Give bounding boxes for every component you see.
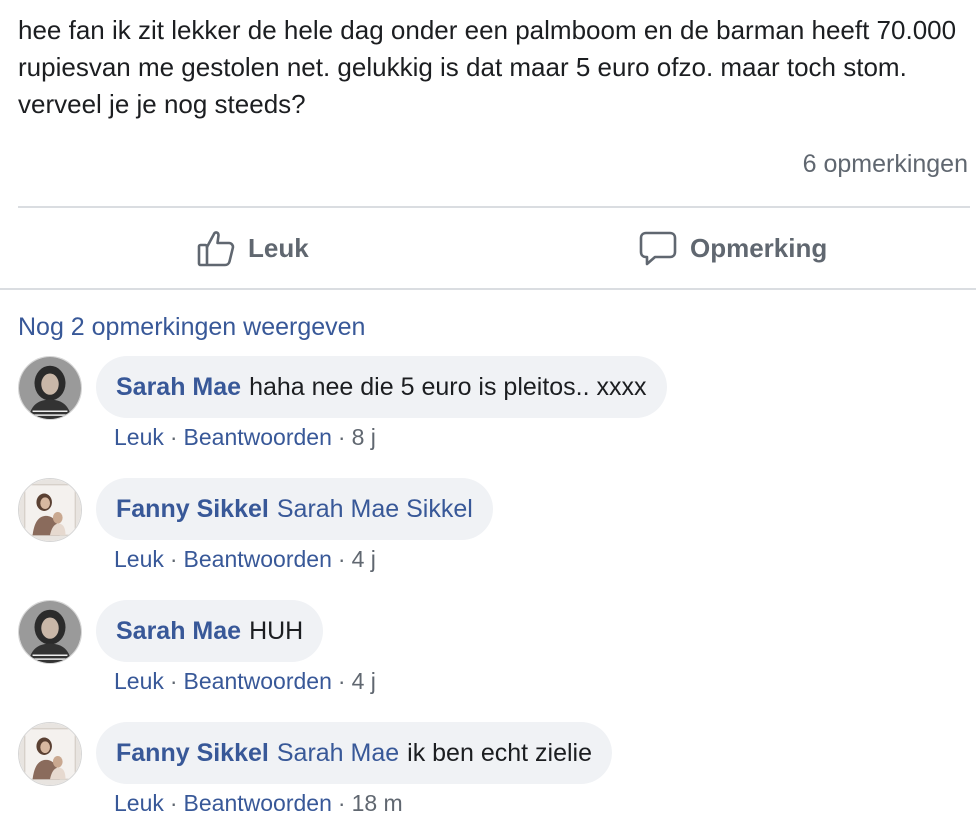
- comment-button[interactable]: Opmerking: [638, 208, 827, 288]
- avatar[interactable]: [18, 722, 82, 786]
- comment-like-link[interactable]: Leuk: [114, 790, 164, 816]
- comment-text: haha nee die 5 euro is pleitos.. xxxx: [249, 372, 647, 401]
- comment-time[interactable]: 8 j: [352, 424, 376, 450]
- comment-meta: Leuk · Beantwoorden · 8 j: [114, 424, 376, 450]
- comment-reply-link[interactable]: Beantwoorden: [184, 790, 332, 816]
- comment-bubble: Sarah Mae HUH: [96, 600, 324, 662]
- speech-bubble-icon: [639, 231, 677, 266]
- thumbs-up-icon: [197, 231, 235, 267]
- like-label: Leuk: [248, 232, 309, 263]
- action-bar: Leuk Opmerking: [0, 208, 976, 288]
- view-more-comments-link[interactable]: Nog 2 opmerkingen weergeven: [18, 313, 365, 342]
- comment-reply-link[interactable]: Beantwoorden: [184, 546, 332, 572]
- comment-author[interactable]: Sarah Mae: [116, 617, 241, 646]
- avatar-photo-icon: [19, 601, 81, 663]
- avatar-photo-icon: [19, 723, 81, 785]
- comment-time[interactable]: 4 j: [352, 546, 376, 572]
- avatar[interactable]: [18, 356, 82, 420]
- comment-bubble: Sarah Mae haha nee die 5 euro is pleitos…: [96, 356, 667, 418]
- comment-bubble: Fanny Sikkel Sarah Mae Sikkel: [96, 478, 493, 540]
- avatar-photo-icon: [19, 479, 81, 541]
- comment-author[interactable]: Fanny Sikkel: [116, 495, 269, 524]
- comment-author[interactable]: Sarah Mae: [116, 373, 241, 402]
- post-text: hee fan ik zit lekker de hele dag onder …: [18, 15, 957, 119]
- comment-author[interactable]: Fanny Sikkel: [116, 739, 269, 768]
- comment-bubble: Fanny Sikkel Sarah Mae ik ben echt zieli…: [96, 722, 612, 784]
- avatar-photo-icon: [19, 357, 81, 419]
- avatar[interactable]: [18, 600, 82, 664]
- comment-text: HUH: [249, 616, 304, 645]
- divider-bottom: [0, 288, 976, 290]
- comment-count-link[interactable]: 6 opmerkingen: [803, 150, 968, 179]
- comment-reply-link[interactable]: Beantwoorden: [184, 424, 332, 450]
- like-button[interactable]: Leuk: [196, 208, 309, 288]
- comment-meta: Leuk · Beantwoorden · 4 j: [114, 668, 376, 694]
- comment-like-link[interactable]: Leuk: [114, 546, 164, 572]
- comment-label: Opmerking: [690, 232, 828, 263]
- comment-like-link[interactable]: Leuk: [114, 424, 164, 450]
- comment-meta: Leuk · Beantwoorden · 4 j: [114, 546, 376, 572]
- comment-reply-link[interactable]: Beantwoorden: [184, 668, 332, 694]
- comment-like-link[interactable]: Leuk: [114, 668, 164, 694]
- comment-time[interactable]: 4 j: [352, 668, 376, 694]
- avatar[interactable]: [18, 478, 82, 542]
- comment-mention[interactable]: Sarah Mae: [277, 739, 399, 768]
- comment-time[interactable]: 18 m: [352, 790, 403, 816]
- comment-text: ik ben echt zielie: [407, 738, 592, 767]
- comment-mention[interactable]: Sarah Mae Sikkel: [277, 495, 473, 524]
- comment-meta: Leuk · Beantwoorden · 18 m: [114, 790, 403, 816]
